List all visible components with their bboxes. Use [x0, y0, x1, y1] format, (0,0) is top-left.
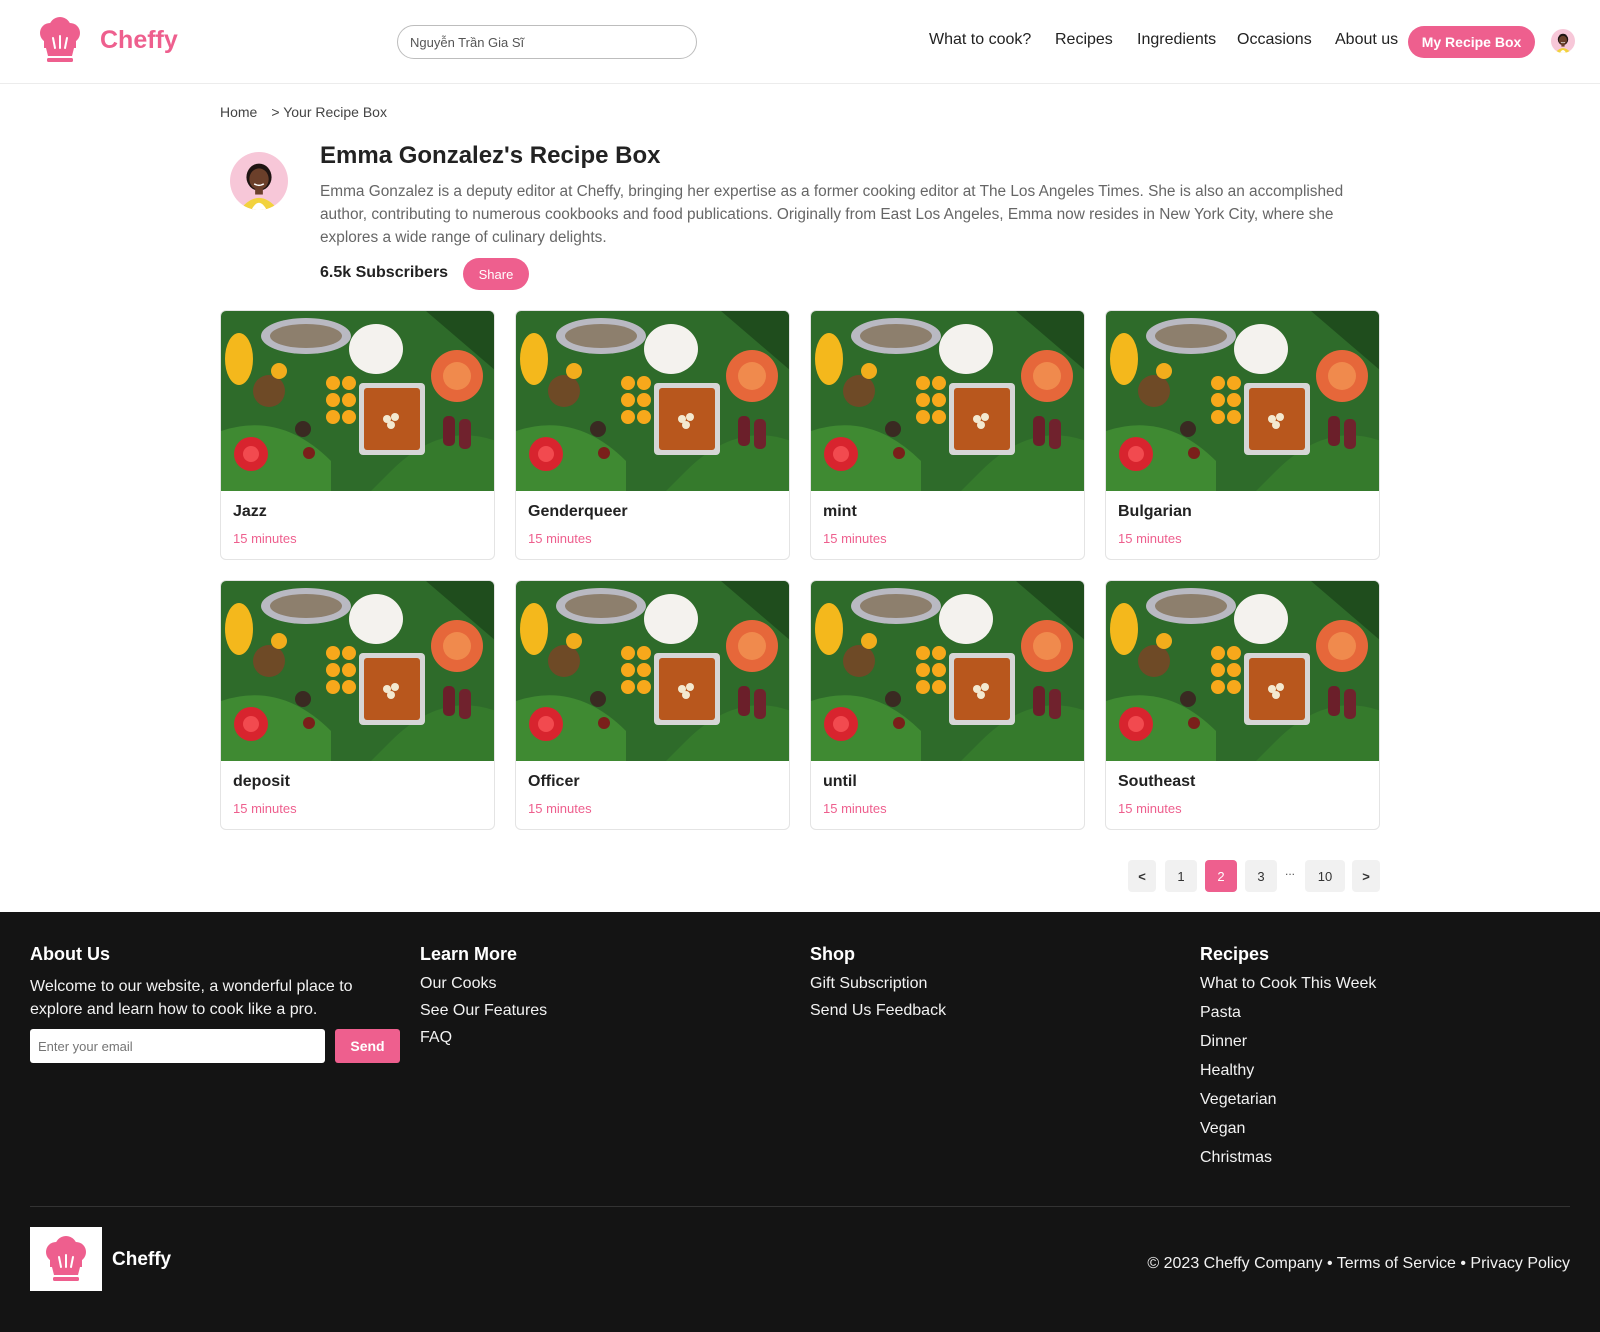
recipe-card[interactable]: deposit 15 minutes [220, 580, 495, 830]
brand-logo[interactable]: Cheffy [36, 16, 178, 64]
recipe-time: 15 minutes [233, 531, 297, 546]
pagination-page-10[interactable]: 10 [1305, 860, 1345, 892]
nav-ingredients[interactable]: Ingredients [1137, 31, 1216, 53]
pagination-ellipsis: ... [1285, 864, 1296, 878]
footer-recipes: Recipes What to Cook This Week Pasta Din… [1200, 944, 1376, 1178]
terms-link[interactable]: Terms of Service [1337, 1255, 1456, 1272]
pagination-next-button[interactable]: > [1352, 860, 1380, 892]
footer-about: About Us Welcome to our website, a wonde… [30, 944, 402, 1021]
recipe-time: 15 minutes [528, 801, 592, 816]
recipe-image[interactable] [516, 311, 790, 491]
pagination-page-3[interactable]: 3 [1245, 860, 1277, 892]
recipe-card[interactable]: Bulgarian 15 minutes [1105, 310, 1380, 560]
footer-link-recipe[interactable]: Christmas [1200, 1149, 1376, 1178]
pagination-prev-button[interactable]: < [1128, 860, 1156, 892]
footer-link-recipe[interactable]: Healthy [1200, 1062, 1376, 1091]
legal-separator: • [1327, 1255, 1333, 1272]
recipe-time: 15 minutes [528, 531, 592, 546]
user-avatar-icon[interactable] [1551, 29, 1575, 53]
profile-avatar [230, 152, 288, 210]
search-input[interactable] [397, 25, 697, 59]
recipe-image[interactable] [811, 581, 1085, 761]
recipe-grid: Jazz 15 minutes Genderqueer 15 minutes m… [220, 310, 1382, 830]
recipe-title[interactable]: Jazz [233, 503, 494, 523]
footer-shop-heading: Shop [810, 944, 855, 964]
breadcrumb-home[interactable]: Home [220, 104, 257, 120]
breadcrumb-separator: > [271, 104, 280, 120]
my-recipe-box-button[interactable]: My Recipe Box [1408, 26, 1535, 58]
recipe-time: 15 minutes [823, 801, 887, 816]
site-header: Cheffy What to cook? Recipes Ingredients… [0, 0, 1600, 84]
footer-link-features[interactable]: See Our Features [420, 1002, 547, 1029]
brand-name: Cheffy [100, 25, 178, 54]
nav-what-to-cook[interactable]: What to cook? [929, 31, 1031, 53]
pagination-page-1[interactable]: 1 [1165, 860, 1197, 892]
recipe-card[interactable]: Southeast 15 minutes [1105, 580, 1380, 830]
profile-bio: Emma Gonzalez is a deputy editor at Chef… [320, 183, 1344, 246]
footer-shop: Shop Gift Subscription Send Us Feedback [810, 944, 946, 1029]
recipe-card[interactable]: mint 15 minutes [810, 310, 1085, 560]
recipe-image[interactable] [221, 581, 495, 761]
footer-link-recipe[interactable]: Pasta [1200, 1004, 1376, 1033]
recipe-title[interactable]: mint [823, 503, 1084, 523]
recipe-title[interactable]: deposit [233, 773, 494, 793]
footer-recipes-heading: Recipes [1200, 944, 1270, 964]
footer-about-text: Welcome to our website, a wonderful plac… [30, 978, 353, 1018]
recipe-card[interactable]: until 15 minutes [810, 580, 1085, 830]
nav-recipes[interactable]: Recipes [1055, 31, 1113, 53]
recipe-time: 15 minutes [1118, 801, 1182, 816]
nav-about-us[interactable]: About us [1335, 31, 1398, 53]
recipe-image[interactable] [811, 311, 1085, 491]
page-title: Emma Gonzalez's Recipe Box [320, 142, 661, 169]
send-button[interactable]: Send [335, 1029, 400, 1063]
recipe-image[interactable] [221, 311, 495, 491]
footer-legal: © 2023 Cheffy Company • Terms of Service… [1147, 1255, 1570, 1273]
footer-divider [30, 1206, 1570, 1207]
breadcrumb: Home > Your Recipe Box [220, 104, 387, 120]
recipe-image[interactable] [516, 581, 790, 761]
footer-link-faq[interactable]: FAQ [420, 1029, 547, 1056]
footer-brand-name: Cheffy [112, 1249, 172, 1270]
subscriber-count: 6.5k Subscribers [320, 264, 449, 281]
recipe-image[interactable] [1106, 311, 1380, 491]
recipe-title[interactable]: until [823, 773, 1084, 793]
chef-hat-icon [42, 1235, 90, 1283]
footer-link-our-cooks[interactable]: Our Cooks [420, 975, 547, 1002]
breadcrumb-current: Your Recipe Box [283, 104, 387, 120]
recipe-time: 15 minutes [1118, 531, 1182, 546]
footer-link-gift[interactable]: Gift Subscription [810, 975, 946, 1002]
footer-logo[interactable] [30, 1227, 102, 1291]
email-field[interactable] [30, 1029, 325, 1063]
legal-separator: • [1460, 1255, 1466, 1272]
recipe-title[interactable]: Officer [528, 773, 789, 793]
footer-about-heading: About Us [30, 944, 110, 964]
recipe-time: 15 minutes [823, 531, 887, 546]
recipe-card[interactable]: Genderqueer 15 minutes [515, 310, 790, 560]
site-footer: About Us Welcome to our website, a wonde… [0, 912, 1600, 1332]
recipe-title[interactable]: Genderqueer [528, 503, 789, 523]
share-button[interactable]: Share [463, 258, 529, 290]
recipe-card[interactable]: Officer 15 minutes [515, 580, 790, 830]
footer-learn-more-heading: Learn More [420, 944, 518, 964]
footer-link-recipe[interactable]: What to Cook This Week [1200, 975, 1376, 1004]
footer-link-recipe[interactable]: Vegan [1200, 1120, 1376, 1149]
recipe-time: 15 minutes [233, 801, 297, 816]
footer-learn-more: Learn More Our Cooks See Our Features FA… [420, 944, 547, 1056]
recipe-title[interactable]: Southeast [1118, 773, 1379, 793]
recipe-title[interactable]: Bulgarian [1118, 503, 1379, 523]
recipe-image[interactable] [1106, 581, 1380, 761]
pagination-page-2[interactable]: 2 [1205, 860, 1237, 892]
recipe-card[interactable]: Jazz 15 minutes [220, 310, 495, 560]
footer-link-feedback[interactable]: Send Us Feedback [810, 1002, 946, 1029]
copyright-text: © 2023 Cheffy Company [1147, 1255, 1323, 1272]
footer-link-recipe[interactable]: Vegetarian [1200, 1091, 1376, 1120]
nav-occasions[interactable]: Occasions [1237, 31, 1312, 53]
privacy-link[interactable]: Privacy Policy [1470, 1255, 1570, 1272]
chef-hat-icon [36, 16, 84, 64]
footer-link-recipe[interactable]: Dinner [1200, 1033, 1376, 1062]
